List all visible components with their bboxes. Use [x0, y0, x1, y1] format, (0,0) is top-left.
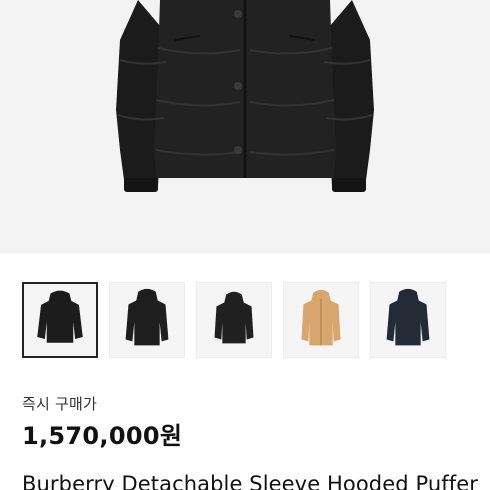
black-puffer-jacket-thumbnail	[110, 283, 184, 357]
thumbnail-3[interactable]	[196, 282, 272, 358]
thumbnail-5[interactable]	[370, 282, 446, 358]
thumbnail-1[interactable]	[22, 282, 98, 358]
black-puffer-jacket-image	[0, 0, 490, 253]
tan-puffer-jacket-thumbnail	[284, 283, 358, 357]
thumbnail-gallery	[22, 282, 472, 358]
black-puffer-jacket-thumbnail	[197, 283, 271, 357]
thumbnail-4[interactable]	[283, 282, 359, 358]
product-price: 1,570,000원	[22, 422, 183, 450]
black-puffer-jacket-thumbnail	[24, 284, 96, 356]
product-main-image[interactable]	[0, 0, 490, 253]
instant-buy-price-label: 즉시 구매가	[22, 395, 97, 413]
product-title: Burberry Detachable Sleeve Hooded Puffer	[22, 472, 478, 490]
thumbnail-2[interactable]	[109, 282, 185, 358]
navy-puffer-jacket-thumbnail	[371, 283, 445, 357]
product-page: 즉시 구매가 1,570,000원 Burberry Detachable Sl…	[0, 0, 490, 490]
